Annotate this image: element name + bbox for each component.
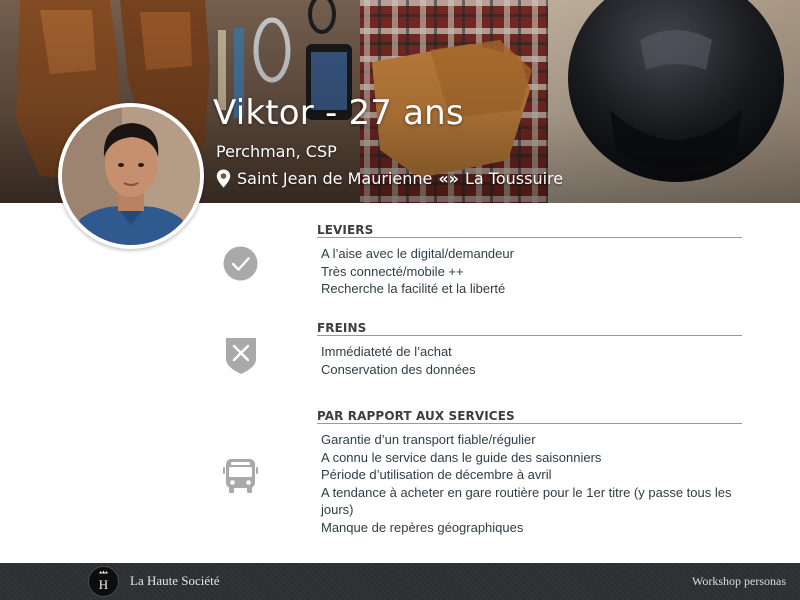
- persona-occupation: Perchman, CSP: [216, 142, 337, 161]
- list-item: Immédiateté de l’achat: [321, 344, 452, 359]
- map-pin-icon: [216, 169, 231, 187]
- bus-icon: [223, 459, 258, 493]
- list-item: A l’aise avec le digital/demandeur: [321, 246, 514, 261]
- footer-bar: H La Haute Société Workshop personas: [0, 563, 800, 600]
- persona-name: Viktor - 27 ans: [213, 93, 464, 133]
- section-leviers: LEVIERS A l’aise avec le digital/demande…: [317, 222, 742, 298]
- list-item: A tendance à acheter en gare routière po…: [321, 484, 732, 518]
- logo-letter: H: [99, 577, 108, 592]
- location-from: Saint Jean de Maurienne: [237, 168, 433, 188]
- section-title-leviers: LEVIERS: [317, 222, 742, 238]
- list-item: A connu le service dans le guide des sai…: [321, 449, 602, 465]
- brand-logo: H: [88, 566, 119, 597]
- list-item: Recherche la facilité et la liberté: [321, 281, 506, 297]
- persona-location: Saint Jean de Maurienne «» La Toussuire: [216, 168, 563, 188]
- section-title-freins: FREINS: [317, 320, 742, 336]
- list-services: Garantie d’un transport fiable/régulier …: [317, 431, 757, 537]
- footer-brand: La Haute Société: [130, 573, 220, 588]
- checkmark-icon: [223, 246, 258, 281]
- section-title-services: PAR RAPPORT AUX SERVICES: [317, 408, 742, 424]
- location-to: La Toussuire: [465, 168, 564, 188]
- list-item: Garantie d’un transport fiable/régulier: [321, 432, 536, 447]
- location-separator: «»: [438, 168, 459, 188]
- list-item: Très connecté/mobile ++: [321, 263, 464, 279]
- avatar: [58, 103, 204, 249]
- list-leviers: A l’aise avec le digital/demandeur Très …: [317, 245, 757, 298]
- footer-label: Workshop personas: [691, 574, 786, 588]
- section-freins: FREINS Immédiateté de l’achat Conservati…: [317, 320, 742, 378]
- list-item: Conservation des données: [321, 361, 476, 377]
- list-item: Période d’utilisation de décembre à avri…: [321, 467, 552, 483]
- section-services: PAR RAPPORT AUX SERVICES Garantie d’un t…: [317, 408, 742, 537]
- list-freins: Immédiateté de l’achat Conservation des …: [317, 343, 757, 378]
- list-item: Manque de repères géographiques: [321, 519, 524, 535]
- shield-cross-icon: [226, 338, 256, 374]
